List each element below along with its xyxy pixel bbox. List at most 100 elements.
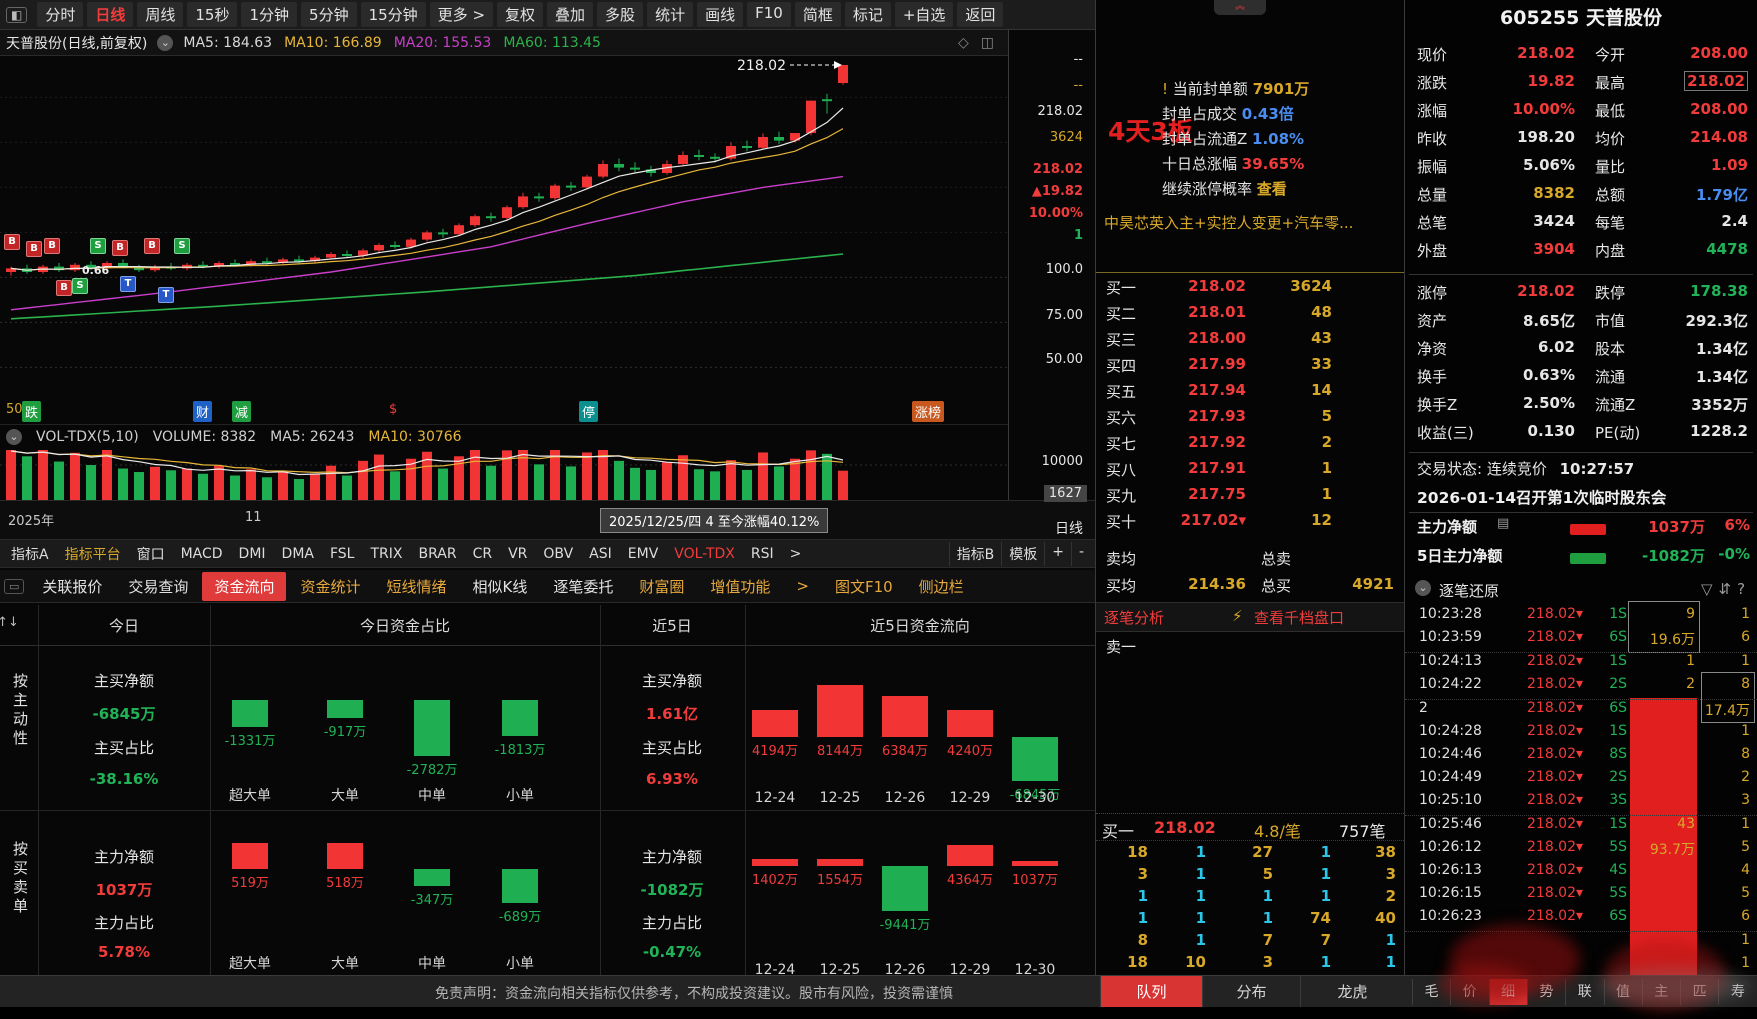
chevron-down-icon[interactable]: ⌄ [1415,580,1431,596]
theme-concepts[interactable]: 中昊芯英入主+实控人变更+汽车零... [1104,212,1400,233]
event-tag-跌[interactable]: 跌 [22,401,41,422]
collapse-up-icon[interactable]: ︽ [1214,0,1266,15]
function-tab-关联报价[interactable]: 关联报价 [30,572,114,601]
bid-row-2[interactable]: 买二218.0148 [1096,303,1404,329]
event-tag-$[interactable]: $ [386,401,400,418]
mini-tab-势[interactable]: 势 [1527,979,1565,1005]
tool-button-多股[interactable]: 多股 [597,2,643,27]
function-tab-资金流向[interactable]: 资金流向 [202,572,286,601]
fundflow-header-0[interactable]: ↑↓ [0,615,19,630]
function-tab-图文F10[interactable]: 图文F10 [823,572,905,601]
event-tag-减[interactable]: 减 [232,401,251,422]
tool-button-画线[interactable]: 画线 [697,2,743,27]
period-axis-label[interactable]: 日线 [1055,518,1083,538]
indicator-tab-BRAR[interactable]: BRAR [411,544,463,564]
indicator-tab-OBV[interactable]: OBV [536,544,580,564]
document-icon[interactable]: ▤ [1497,516,1509,531]
event-tag-财[interactable]: 财 [193,401,212,422]
window-icon[interactable]: ◧ [6,7,27,23]
function-tab-资金统计[interactable]: 资金统计 [288,572,372,601]
event-tag-停[interactable]: 停 [579,401,598,422]
indicator-tab-RSI[interactable]: RSI [744,544,781,564]
chevron-down-icon[interactable]: ⌄ [157,35,173,51]
tool-button-标记[interactable]: 标记 [845,2,891,27]
bid-row-7[interactable]: 买七217.922 [1096,433,1404,459]
indicator-tab-CR[interactable]: CR [466,544,500,564]
tool-button-叠加[interactable]: 叠加 [547,2,593,27]
indicator-tab-指标平台[interactable]: 指标平台 [58,542,128,566]
indicator-tab-ASI[interactable]: ASI [582,544,619,564]
function-tab-增值功能[interactable]: 增值功能 [698,572,782,601]
tick-analysis-link[interactable]: 逐笔分析 [1104,607,1164,628]
event-tag-涨榜[interactable]: 涨榜 [912,401,944,422]
bid-row-1[interactable]: 买一218.023624 [1096,277,1404,303]
tick-time: 10:26:13 [1419,862,1482,878]
indicator-tab-指标B[interactable]: 指标B [949,542,1002,566]
thousand-depth-link[interactable]: 查看千档盘口 [1254,607,1344,628]
mini-tab-价[interactable]: 价 [1450,979,1488,1005]
bid-price: 217.91 [1166,459,1246,477]
function-tab-交易查询[interactable]: 交易查询 [116,572,200,601]
mini-tab-联[interactable]: 联 [1565,979,1603,1005]
tool-button-返回[interactable]: 返回 [957,2,1003,27]
mini-tab-毛[interactable]: 毛 [1412,979,1450,1005]
tool-button-统计[interactable]: 统计 [647,2,693,27]
bottom-tab-分布[interactable]: 分布 [1202,976,1300,1008]
period-tab-1分钟[interactable]: 1分钟 [241,2,297,27]
indicator-tab-TRIX[interactable]: TRIX [363,544,409,564]
indicator-tab-MACD[interactable]: MACD [174,544,230,564]
mini-tab-寿[interactable]: 寿 [1718,979,1756,1005]
period-tab-15秒[interactable]: 15秒 [187,2,237,27]
function-tab-侧边栏[interactable]: 侧边栏 [907,572,976,601]
bid-row-4[interactable]: 买四217.9933 [1096,355,1404,381]
bid-row-8[interactable]: 买八217.911 [1096,459,1404,485]
indicator-tab-模板[interactable]: 模板 [1001,542,1044,566]
volume-chart[interactable] [0,450,1008,500]
tool-button-F10[interactable]: F10 [747,2,791,27]
tool-button-复权[interactable]: 复权 [497,2,543,27]
indicator-tab-DMI[interactable]: DMI [232,544,273,564]
chevron-down-icon[interactable]: ⌄ [6,429,22,445]
period-tab-5分钟[interactable]: 5分钟 [301,2,357,27]
split-panel-icon[interactable]: ◫ [981,35,994,51]
indicator-tab->[interactable]: > [783,544,809,564]
mini-tab-匹[interactable]: 匹 [1680,979,1718,1005]
bid-row-6[interactable]: 买六217.935 [1096,407,1404,433]
diamond-icon[interactable]: ◇ [958,35,969,51]
period-tab-分时[interactable]: 分时 [37,2,83,27]
list-icon[interactable]: ▭ [4,579,24,594]
bid-row-10[interactable]: 买十217.02▾12 [1096,511,1404,537]
period-tab-周线[interactable]: 周线 [137,2,183,27]
bid-row-5[interactable]: 买五217.9414 [1096,381,1404,407]
period-tab-日线[interactable]: 日线 [87,2,133,27]
mini-tab-值[interactable]: 值 [1604,979,1642,1005]
period-tab-更多 >[interactable]: 更多 > [430,2,493,27]
indicator-tab-指标A[interactable]: 指标A [4,542,56,566]
indicator-tab-+[interactable]: + [1044,542,1071,566]
indicator-tab-窗口[interactable]: 窗口 [130,542,172,566]
bid-row-3[interactable]: 买三218.0043 [1096,329,1404,355]
info-value[interactable]: 查看 [1257,180,1287,198]
tool-button-简框[interactable]: 简框 [795,2,841,27]
indicator-tab-DMA[interactable]: DMA [275,544,321,564]
bid-row-9[interactable]: 买九217.751 [1096,485,1404,511]
indicator-tab-FSL[interactable]: FSL [323,544,362,564]
period-tab-15分钟[interactable]: 15分钟 [361,2,426,27]
function-tab-短线情绪[interactable]: 短线情绪 [374,572,458,601]
bid-price: 218.02 [1166,277,1246,295]
indicator-tab-VOL-TDX[interactable]: VOL-TDX [667,544,742,564]
bottom-tab-龙虎[interactable]: 龙虎 [1300,976,1404,1008]
function-tab->[interactable]: > [784,573,821,599]
indicator-tab--[interactable]: - [1071,542,1091,566]
function-tab-逐笔委托[interactable]: 逐笔委托 [541,572,625,601]
main-candlestick-chart[interactable]: 218.02 BBBSBBSBS0.66TT [0,56,1008,398]
indicator-tab-EMV[interactable]: EMV [621,544,666,564]
mini-tab-主[interactable]: 主 [1642,979,1680,1005]
bottom-tab-队列[interactable]: 队列 [1100,976,1202,1008]
mini-tab-细[interactable]: 细 [1489,979,1527,1005]
function-tab-相似K线[interactable]: 相似K线 [460,572,539,601]
tool-button-+自选[interactable]: +自选 [895,2,954,27]
function-tab-财富圈[interactable]: 财富圈 [627,572,696,601]
tick-list-tools[interactable]: ▽⇵? [1701,580,1751,598]
indicator-tab-VR[interactable]: VR [501,544,534,564]
